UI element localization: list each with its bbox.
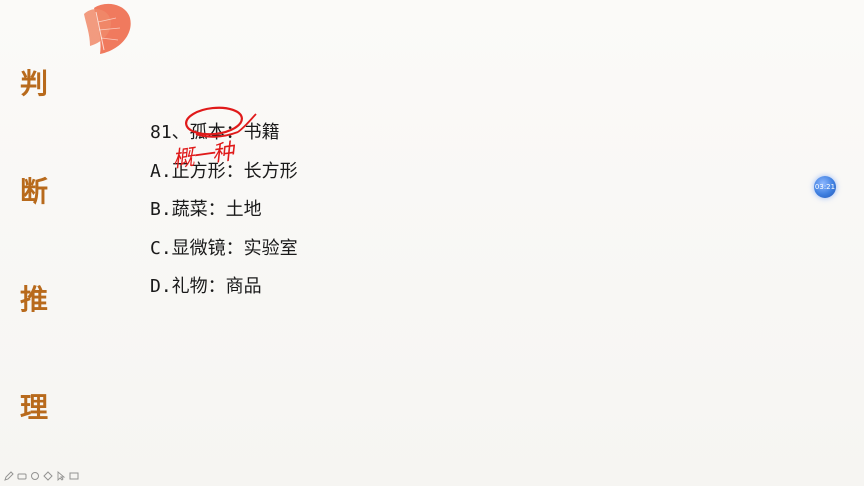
handwritten-annotation (185, 106, 257, 138)
eraser-icon[interactable] (17, 471, 27, 481)
highlighter-icon[interactable] (30, 471, 40, 481)
option-c: C.显微镜：实验室 (150, 237, 298, 259)
side-title-char-2: 断 (19, 175, 48, 208)
annotation-toolbar (4, 469, 79, 483)
leaf-decoration-icon (84, 3, 131, 54)
shape-icon[interactable] (43, 471, 53, 481)
option-b: B.蔬菜：土地 (150, 199, 262, 220)
side-title-char-1: 判 (19, 67, 48, 100)
side-title-char-3: 推 (19, 283, 48, 316)
pen-icon[interactable] (4, 471, 14, 481)
side-title-char-4: 理 (19, 391, 48, 424)
option-d: D.礼物：商品 (150, 276, 262, 297)
slide-canvas: 判 断 推 理 81、孤本：书籍 A.正方形：长方形 B.蔬菜：土地 C.显微镜… (0, 0, 864, 486)
screen-icon[interactable] (69, 471, 79, 481)
timer-badge[interactable]: 03:21 (814, 176, 836, 198)
pointer-icon[interactable] (56, 471, 66, 481)
